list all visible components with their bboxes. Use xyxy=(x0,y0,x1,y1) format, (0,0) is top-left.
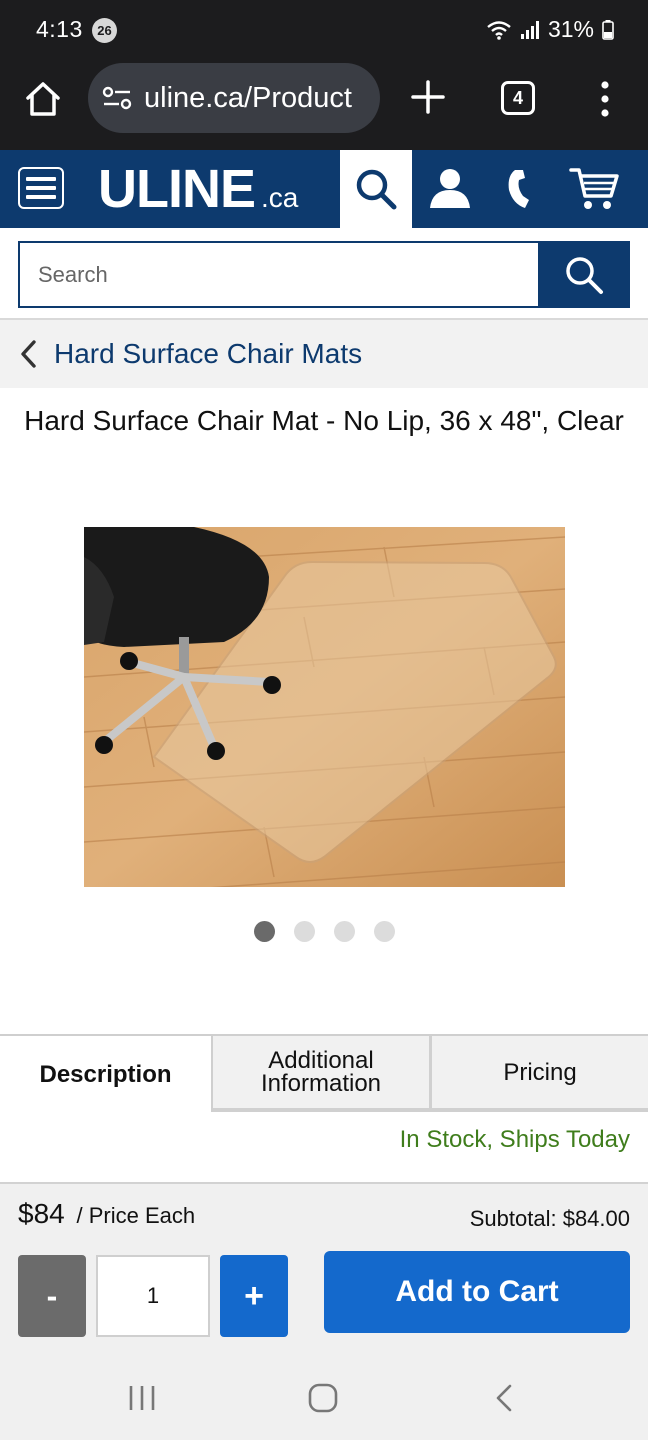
tab-additional-information[interactable]: Additional Information xyxy=(213,1036,432,1112)
status-time: 4:13 xyxy=(36,16,83,42)
search-input[interactable] xyxy=(18,241,540,308)
carousel-dot-4[interactable] xyxy=(373,921,395,942)
breadcrumb[interactable]: Hard Surface Chair Mats xyxy=(0,320,648,388)
tab-pricing[interactable]: Pricing xyxy=(432,1036,648,1112)
logo-suffix-text: .ca xyxy=(261,182,299,213)
chevron-left-icon xyxy=(21,340,36,368)
breadcrumb-link[interactable]: Hard Surface Chair Mats xyxy=(54,338,362,370)
new-tab-icon[interactable] xyxy=(408,77,448,117)
url-text: uline.ca/Product xyxy=(144,81,352,114)
quantity-input[interactable] xyxy=(96,1255,210,1337)
header-search-toggle[interactable] xyxy=(340,150,412,228)
price-unit: / Price Each xyxy=(76,1203,196,1228)
home-icon[interactable] xyxy=(22,78,64,120)
stock-status: In Stock, Ships Today xyxy=(399,1126,630,1153)
account-icon[interactable] xyxy=(428,166,472,210)
price: $84 / Price Each xyxy=(18,1198,195,1230)
battery-percent: 31% xyxy=(547,16,594,42)
product-title: Hard Surface Chair Mat - No Lip, 36 x 48… xyxy=(24,405,624,436)
logo-main-text: ULINE xyxy=(98,159,256,219)
product-image[interactable] xyxy=(84,527,565,887)
subtotal: Subtotal: $84.00 xyxy=(469,1206,630,1231)
tab-switcher-button[interactable]: 4 xyxy=(501,81,535,115)
phone-icon[interactable] xyxy=(505,166,537,210)
back-icon[interactable] xyxy=(493,1383,515,1413)
carousel-dot-3[interactable] xyxy=(333,921,355,942)
tab-description[interactable]: Description xyxy=(0,1036,213,1112)
recents-icon[interactable] xyxy=(127,1384,157,1412)
search-icon xyxy=(356,169,397,210)
tab-additional-information-label: Additional Information xyxy=(260,1047,382,1097)
browser-toolbar: uline.ca/Product 4 xyxy=(0,60,648,150)
system-navigation-bar xyxy=(0,1358,648,1440)
quantity-increase-button[interactable]: + xyxy=(220,1255,288,1337)
status-bar: 4:13 26 31% xyxy=(0,0,648,60)
carousel-dot-2[interactable] xyxy=(293,921,315,942)
notification-count-badge: 26 xyxy=(92,18,117,43)
hamburger-menu-icon[interactable] xyxy=(18,167,64,209)
cart-icon[interactable] xyxy=(569,166,619,212)
wifi-icon xyxy=(487,20,511,40)
search-icon xyxy=(566,256,603,294)
site-header: ULINE .ca xyxy=(0,150,648,228)
site-settings-icon[interactable] xyxy=(102,85,132,111)
price-value: $84 xyxy=(18,1198,65,1229)
purchase-panel: $84 / Price Each Subtotal: $84.00 - + Ad… xyxy=(0,1182,648,1358)
more-options-icon[interactable] xyxy=(596,80,614,118)
quantity-decrease-button[interactable]: - xyxy=(18,1255,86,1337)
home-icon[interactable] xyxy=(308,1383,338,1413)
signal-icon xyxy=(520,20,539,39)
battery-icon xyxy=(602,19,614,40)
add-to-cart-button[interactable]: Add to Cart xyxy=(324,1251,630,1333)
uline-logo[interactable]: ULINE .ca xyxy=(98,158,298,220)
carousel-dots xyxy=(0,921,648,942)
search-submit-button[interactable] xyxy=(538,241,630,308)
carousel-dot-1[interactable] xyxy=(253,921,275,942)
address-bar[interactable]: uline.ca/Product xyxy=(88,63,380,133)
status-indicators: 31% xyxy=(486,16,614,43)
product-tabs: Description Additional Information Prici… xyxy=(0,1034,648,1112)
search-row xyxy=(0,228,648,320)
